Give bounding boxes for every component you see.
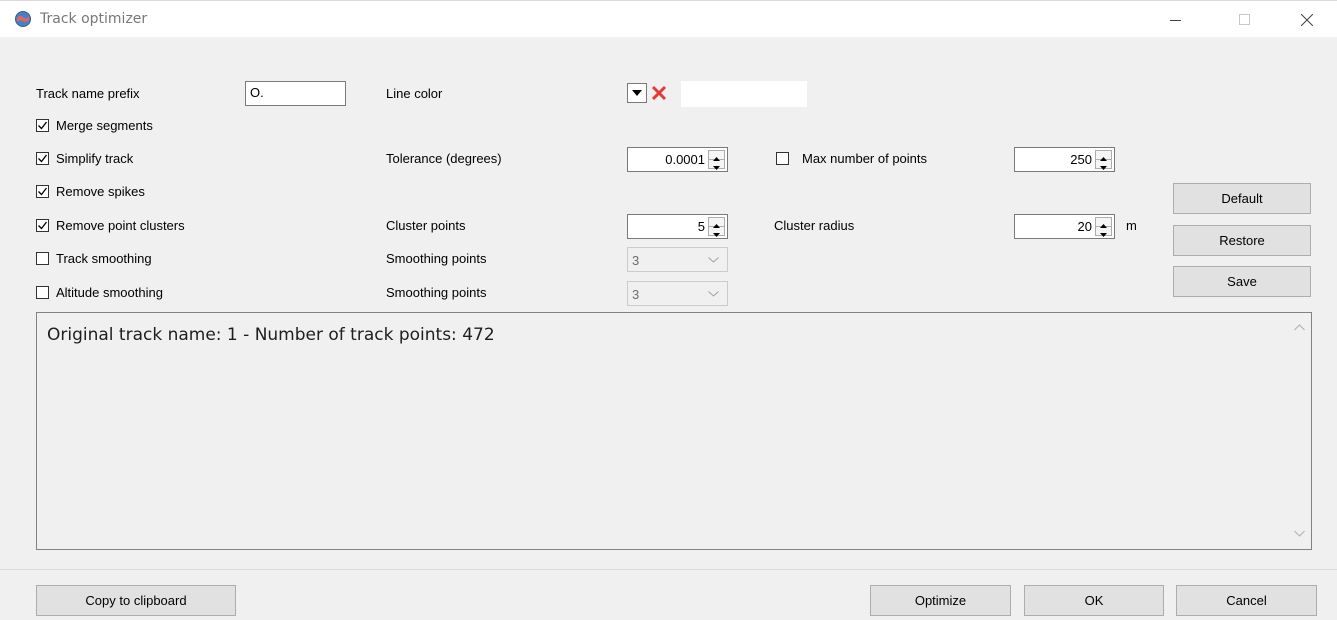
checkmark-icon <box>38 154 47 163</box>
altitude-smoothing-checkbox[interactable] <box>36 286 49 299</box>
arrow-down-icon <box>713 233 720 237</box>
app-icon <box>15 11 31 27</box>
remove-point-clusters-checkbox[interactable] <box>36 219 49 232</box>
cluster-radius-spinner[interactable]: 20 <box>1014 214 1115 239</box>
spin-down-button[interactable] <box>1096 227 1111 237</box>
spin-down-button[interactable] <box>709 227 724 237</box>
ok-button[interactable]: OK <box>1024 585 1164 616</box>
track-smoothing-points-label: Smoothing points <box>386 251 487 266</box>
line-color-swatch[interactable] <box>681 81 807 107</box>
clear-color-button[interactable] <box>649 83 669 103</box>
output-text: Original track name: 1 - Number of track… <box>47 325 495 345</box>
dropdown-arrow-icon <box>632 90 642 96</box>
spinner-arrows <box>1095 150 1112 170</box>
spin-down-button[interactable] <box>709 160 724 170</box>
optimize-button[interactable]: Optimize <box>870 585 1011 616</box>
close-button[interactable] <box>1284 1 1330 37</box>
checkmark-icon <box>38 187 47 196</box>
track-smoothing-label: Track smoothing <box>56 251 152 266</box>
spin-down-button[interactable] <box>1096 160 1111 170</box>
clear-color-icon <box>651 85 667 101</box>
track-optimizer-window: Track optimizer Track name prefix O. Lin… <box>0 0 1337 620</box>
checkmark-icon <box>38 221 47 230</box>
max-points-checkbox[interactable] <box>776 152 789 165</box>
remove-spikes-checkbox[interactable] <box>36 185 49 198</box>
tolerance-label: Tolerance (degrees) <box>386 151 502 166</box>
tolerance-spinner[interactable]: 0.0001 <box>627 147 728 172</box>
track-name-prefix-label: Track name prefix <box>36 86 140 101</box>
default-button[interactable]: Default <box>1173 183 1311 214</box>
minimize-icon <box>1170 20 1181 21</box>
minimize-button[interactable] <box>1153 1 1199 37</box>
cluster-radius-value: 20 <box>1077 219 1092 234</box>
save-button[interactable]: Save <box>1173 266 1311 297</box>
copy-to-clipboard-button[interactable]: Copy to clipboard <box>36 585 236 616</box>
checkmark-icon <box>38 121 47 130</box>
altitude-smoothing-points-label: Smoothing points <box>386 285 487 300</box>
altitude-smoothing-label: Altitude smoothing <box>56 285 163 300</box>
spin-up-button[interactable] <box>1096 151 1111 161</box>
line-color-label: Line color <box>386 86 443 101</box>
maximize-button[interactable] <box>1222 1 1268 37</box>
track-smoothing-points-select[interactable]: 3 <box>627 247 728 272</box>
line-color-picker <box>627 81 807 107</box>
track-smoothing-points-value: 3 <box>632 253 640 268</box>
max-points-label: Max number of points <box>802 151 928 166</box>
cluster-points-value: 5 <box>697 219 705 234</box>
title-bar[interactable]: Track optimizer <box>0 1 1337 37</box>
chevron-down-icon <box>708 291 719 297</box>
spin-up-button[interactable] <box>709 218 724 228</box>
simplify-track-label: Simplify track <box>56 151 134 166</box>
scroll-down-icon[interactable] <box>1294 530 1305 537</box>
cancel-button[interactable]: Cancel <box>1176 585 1317 616</box>
altitude-smoothing-points-select[interactable]: 3 <box>627 281 728 306</box>
track-smoothing-checkbox[interactable] <box>36 252 49 265</box>
tolerance-value: 0.0001 <box>665 152 705 167</box>
close-icon <box>1301 14 1313 26</box>
merge-segments-checkbox[interactable] <box>36 119 49 132</box>
window-title: Track optimizer <box>40 11 148 27</box>
max-points-spinner[interactable]: 250 <box>1014 147 1115 172</box>
remove-spikes-label: Remove spikes <box>56 184 145 199</box>
footer-divider <box>0 569 1337 570</box>
spinner-arrows <box>708 150 725 170</box>
arrow-down-icon <box>713 166 720 170</box>
merge-segments-label: Merge segments <box>56 118 153 133</box>
max-points-value: 250 <box>1070 152 1092 167</box>
spin-up-button[interactable] <box>1096 218 1111 228</box>
simplify-track-checkbox[interactable] <box>36 152 49 165</box>
spinner-arrows <box>708 217 725 237</box>
spinner-arrows <box>1095 217 1112 237</box>
cluster-points-spinner[interactable]: 5 <box>627 214 728 239</box>
maximize-icon <box>1239 14 1250 25</box>
line-color-dropdown[interactable] <box>627 83 647 103</box>
arrow-down-icon <box>1100 166 1107 170</box>
scroll-up-icon[interactable] <box>1294 324 1305 331</box>
track-name-prefix-input[interactable]: O. <box>245 81 346 106</box>
cluster-points-label: Cluster points <box>386 218 466 233</box>
restore-button[interactable]: Restore <box>1173 225 1311 256</box>
arrow-down-icon <box>1100 233 1107 237</box>
altitude-smoothing-points-value: 3 <box>632 287 640 302</box>
cluster-radius-unit: m <box>1126 218 1137 233</box>
chevron-down-icon <box>708 257 719 263</box>
remove-point-clusters-label: Remove point clusters <box>56 218 185 233</box>
spin-up-button[interactable] <box>709 151 724 161</box>
output-textarea[interactable]: Original track name: 1 - Number of track… <box>36 312 1312 550</box>
cluster-radius-label: Cluster radius <box>774 218 855 233</box>
